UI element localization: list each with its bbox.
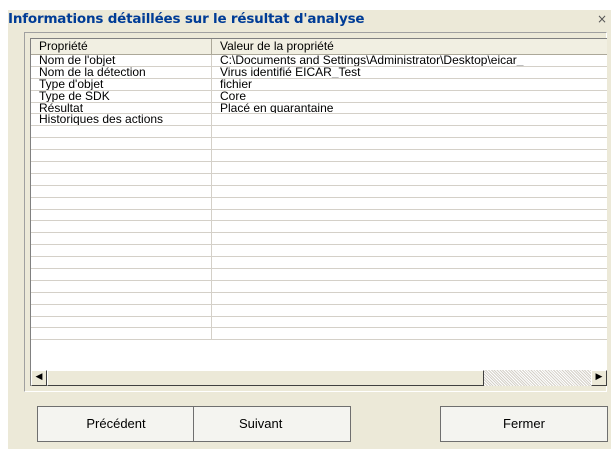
property-name-cell (31, 233, 212, 245)
scroll-right-button[interactable]: ▶ (591, 370, 607, 386)
property-value-cell (212, 114, 607, 125)
table-row[interactable] (31, 292, 607, 305)
property-name-cell (31, 150, 212, 162)
property-name-cell: Nom de la détection (31, 66, 212, 78)
property-value-cell (212, 174, 607, 185)
table-row[interactable]: Type d'objet fichier (31, 78, 607, 91)
title-bar: Informations détaillées sur le résultat … (8, 10, 611, 30)
table-row[interactable]: Résultat Placé en quarantaine (31, 102, 607, 115)
property-name-cell: Type d'objet (31, 78, 212, 90)
table-row[interactable] (31, 316, 607, 329)
dialog-title: Informations détaillées sur le résultat … (8, 11, 365, 27)
property-value-cell: Virus identifié EICAR_Test (220, 66, 361, 78)
table-row[interactable] (31, 209, 607, 222)
property-value-cell (212, 233, 607, 244)
property-value-cell (212, 221, 607, 232)
table-row[interactable] (31, 280, 607, 293)
property-value-cell: Placé en quarantaine (220, 102, 334, 114)
property-name-cell (31, 328, 212, 340)
property-name-cell (31, 162, 212, 173)
property-name-cell (31, 221, 212, 233)
property-name-cell: Historiques des actions (31, 114, 212, 126)
property-name-cell (31, 292, 212, 304)
arrow-right-icon: ▶ (595, 372, 603, 382)
scroll-left-button[interactable]: ◀ (31, 370, 47, 386)
property-value-cell: C:\Documents and Settings\Administrator\… (220, 55, 524, 66)
next-button[interactable]: Suivant (193, 406, 351, 442)
property-value-cell (212, 257, 607, 268)
table-row[interactable] (31, 221, 607, 234)
property-value-cell (212, 328, 607, 339)
properties-rows: Nom de l'objet C:\Documents and Settings\… (31, 55, 607, 341)
property-name-cell: Type de SDK (31, 90, 212, 102)
property-name-cell (31, 185, 212, 197)
property-name-cell (31, 209, 212, 221)
table-row[interactable] (31, 138, 607, 151)
scrollbar-thumb[interactable] (47, 370, 484, 386)
close-button[interactable]: Fermer (440, 406, 608, 442)
horizontal-scrollbar[interactable]: ◀ ▶ (31, 370, 607, 386)
properties-listview[interactable]: Propriété Valeur de la propriété Nom de … (30, 38, 607, 386)
table-row[interactable] (31, 197, 607, 210)
property-value-cell (212, 317, 607, 328)
table-row[interactable] (31, 245, 607, 258)
property-value-cell (212, 138, 607, 149)
property-value-cell (212, 126, 607, 137)
column-header-value[interactable]: Valeur de la propriété (212, 39, 607, 55)
table-row[interactable] (31, 269, 607, 281)
scrollbar-track[interactable] (484, 370, 591, 386)
arrow-left-icon: ◀ (35, 372, 43, 382)
table-row[interactable]: Nom de la détection Virus identifié EICAR… (31, 66, 607, 79)
table-row[interactable] (31, 162, 607, 174)
property-name-cell (31, 138, 212, 150)
table-row[interactable]: Nom de l'objet C:\Documents and Settings\… (31, 55, 607, 67)
property-name-cell (31, 173, 212, 185)
property-value-cell (212, 269, 607, 280)
property-value-cell: fichier (220, 78, 253, 90)
property-name-cell (31, 245, 212, 257)
property-name-cell (31, 304, 212, 316)
property-value-cell (212, 281, 607, 292)
table-row[interactable] (31, 126, 607, 139)
table-row[interactable] (31, 328, 607, 341)
property-name-cell: Nom de l'objet (31, 55, 212, 66)
table-row[interactable] (31, 185, 607, 198)
table-row[interactable] (31, 304, 607, 317)
property-name-cell (31, 197, 212, 209)
close-icon[interactable]: × (596, 13, 608, 26)
property-value-cell (212, 245, 607, 256)
property-value-cell (212, 293, 607, 304)
property-value-cell (212, 162, 607, 173)
property-name-cell (31, 280, 212, 292)
property-value-cell (212, 150, 607, 161)
table-row[interactable] (31, 150, 607, 163)
property-name-cell (31, 257, 212, 269)
column-header-property[interactable]: Propriété (31, 39, 212, 55)
table-row[interactable]: Historiques des actions (31, 114, 607, 127)
property-value-cell (212, 186, 607, 197)
property-value-cell (212, 210, 607, 221)
property-value-cell: Core (220, 90, 247, 102)
property-value-cell (212, 305, 607, 316)
table-row[interactable] (31, 233, 607, 246)
property-name-cell (31, 126, 212, 138)
table-row[interactable] (31, 173, 607, 186)
table-row[interactable] (31, 257, 607, 270)
property-name-cell (31, 269, 212, 280)
table-row[interactable]: Type de SDK Core (31, 90, 607, 103)
property-name-cell (31, 316, 212, 328)
analysis-details-dialog: Informations détaillées sur le résultat … (8, 10, 611, 449)
property-value-cell (212, 198, 607, 209)
previous-button[interactable]: Précédent (37, 406, 195, 442)
property-name-cell: Résultat (31, 102, 212, 114)
